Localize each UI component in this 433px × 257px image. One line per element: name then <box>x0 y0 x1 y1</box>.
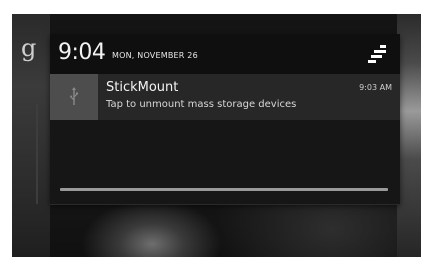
google-logo: g <box>21 34 37 62</box>
notification-empty-area <box>50 120 400 204</box>
home-screen-left-panel: g <box>12 14 50 257</box>
shade-bottom-divider <box>50 204 400 205</box>
clock-date: MON, NOVEMBER 26 <box>112 51 198 60</box>
shade-drag-handle[interactable] <box>60 188 388 191</box>
shade-header: 9:04 MON, NOVEMBER 26 <box>50 34 400 74</box>
notification-title: StickMount <box>106 80 179 95</box>
notification-time: 9:03 AM <box>359 83 392 92</box>
stickmount-notification[interactable]: StickMount Tap to unmount mass storage d… <box>50 74 400 120</box>
clock-time: 9:04 <box>58 40 106 65</box>
usb-icon <box>70 87 78 105</box>
quick-settings-icon[interactable] <box>368 45 388 63</box>
home-screen-right-panel <box>397 14 421 257</box>
notification-shade: 9:04 MON, NOVEMBER 26 StickMount Tap to … <box>50 34 400 205</box>
notification-text: Tap to unmount mass storage devices <box>106 99 297 110</box>
panel-edge <box>36 104 38 204</box>
device-screen: g 9:04 MON, NOVEMBER 26 StickMount Tap t… <box>12 14 421 257</box>
notification-icon-container <box>50 74 98 120</box>
